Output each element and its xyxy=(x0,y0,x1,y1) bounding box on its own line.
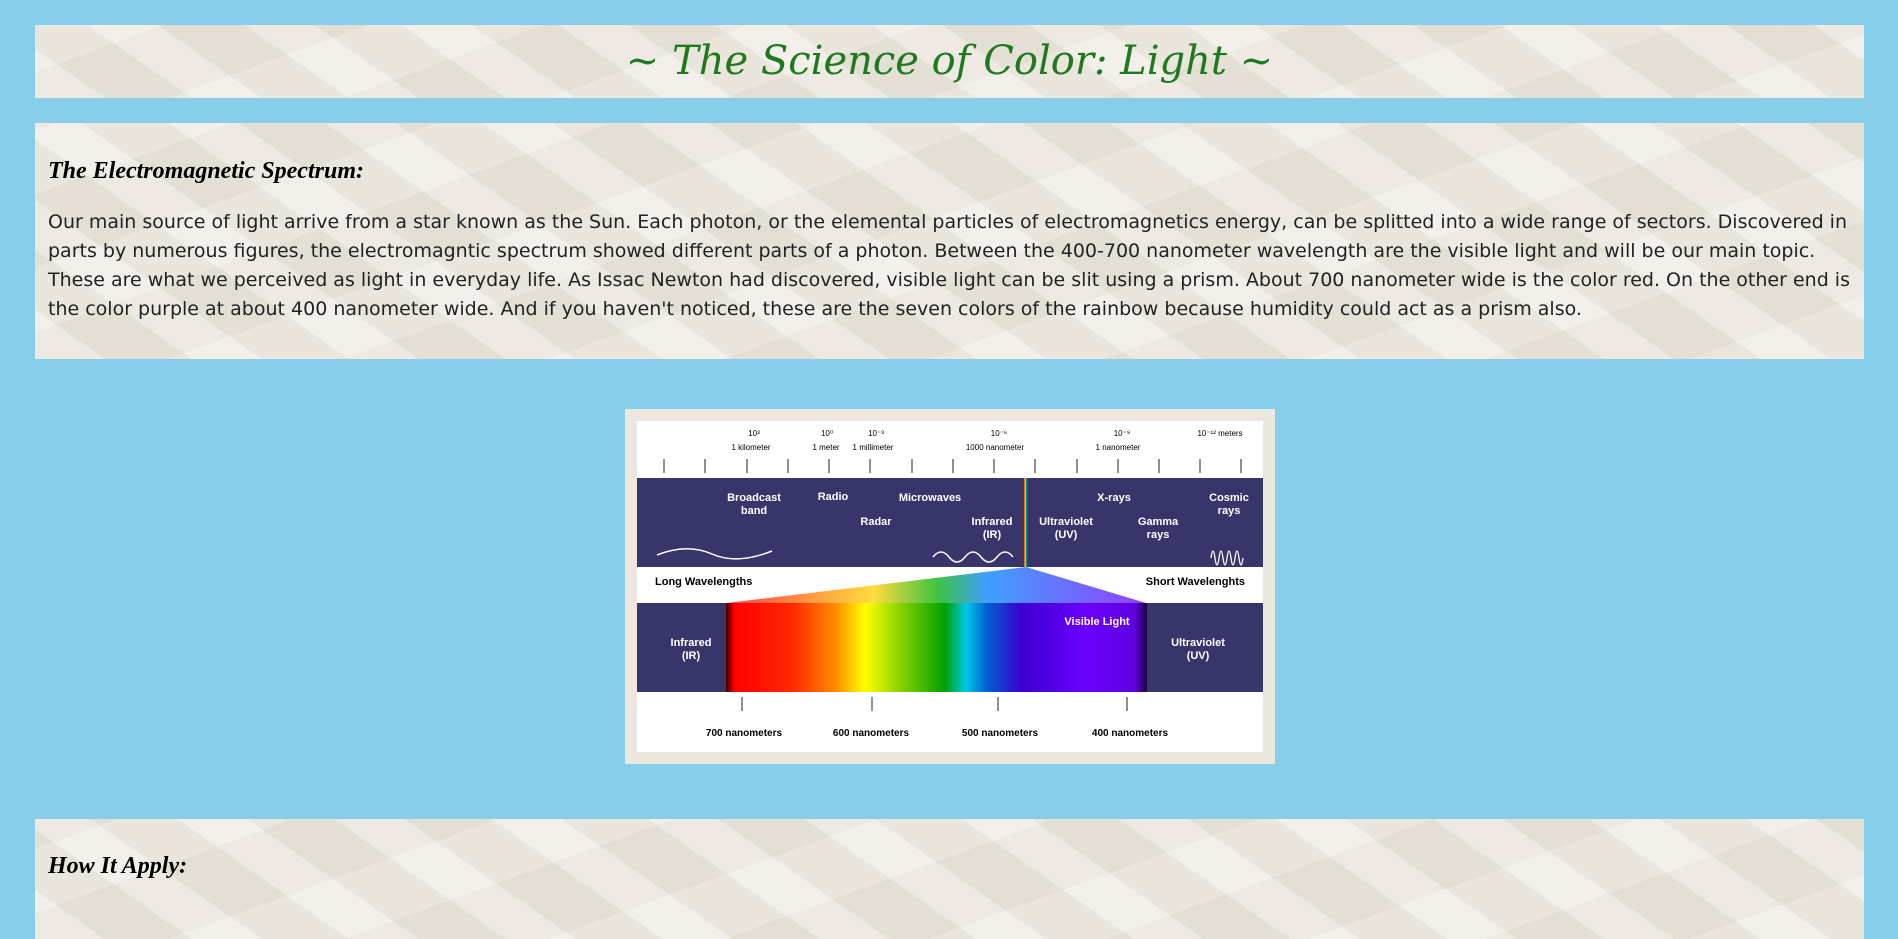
spectrum-figure: 10³ 1 kilometer 10⁰ 1 meter 10⁻³ 1 milli… xyxy=(625,409,1275,764)
visible-light-label: Visible Light xyxy=(1064,616,1130,628)
scale-name-1: 1 kilometer xyxy=(731,443,770,452)
band-broadcast-1: Broadcast xyxy=(727,492,781,504)
band-radio: Radio xyxy=(818,491,849,503)
ir-label-2: (IR) xyxy=(682,650,701,662)
spectrum-heading: The Electromagnetic Spectrum: xyxy=(48,158,364,184)
spectrum-diagram: 10³ 1 kilometer 10⁰ 1 meter 10⁻³ 1 milli… xyxy=(637,421,1263,752)
page-title: ~ The Science of Color: Light ~ xyxy=(625,38,1274,84)
band-cosmic-1: Cosmic xyxy=(1209,492,1249,504)
nm-label-400: 400 nanometers xyxy=(1092,728,1169,739)
scale-name-2: 1 meter xyxy=(812,443,839,452)
band-ultraviolet-1: Ultraviolet xyxy=(1039,516,1093,528)
short-wavelengths-label: Short Wavelenghts xyxy=(1146,576,1245,588)
uv-label-1: Ultraviolet xyxy=(1171,637,1225,649)
scale-name-3: 1 millimeter xyxy=(853,443,894,452)
long-wavelengths-label: Long Wavelengths xyxy=(655,576,752,588)
nm-label-500: 500 nanometers xyxy=(962,728,1039,739)
scale-name-5: 1 nanometer xyxy=(1096,443,1141,452)
scale-ticks xyxy=(663,459,1242,473)
scale-exp-4: 10⁻⁶ xyxy=(991,429,1007,438)
apply-heading: How It Apply: xyxy=(48,853,188,879)
nm-label-600: 600 nanometers xyxy=(833,728,910,739)
band-gamma-1: Gamma xyxy=(1138,516,1179,528)
band-xrays: X-rays xyxy=(1097,492,1131,504)
spectrum-section: The Electromagnetic Spectrum: Our main s… xyxy=(35,123,1864,359)
scale-exp-3: 10⁻³ xyxy=(868,429,884,438)
dispersion-beam xyxy=(727,567,1146,603)
visible-line xyxy=(1024,478,1028,567)
nm-label-700: 700 nanometers xyxy=(706,728,783,739)
scale-exp-5: 10⁻⁹ xyxy=(1114,429,1131,438)
apply-section: How It Apply: xyxy=(35,819,1864,939)
scale-exp-1: 10³ xyxy=(748,429,760,438)
ir-label-1: Infrared xyxy=(671,637,712,649)
band-gamma-2: rays xyxy=(1147,529,1170,541)
scale-exp-6: 10⁻¹² meters xyxy=(1197,429,1242,438)
band-broadcast-2: band xyxy=(741,505,767,517)
scale-name-4: 1000 nanometer xyxy=(966,443,1025,452)
band-cosmic-2: rays xyxy=(1218,505,1241,517)
title-banner: ~ The Science of Color: Light ~ xyxy=(35,25,1864,98)
band-infrared-2: (IR) xyxy=(983,529,1002,541)
band-radar: Radar xyxy=(860,516,892,528)
band-ultraviolet-2: (UV) xyxy=(1055,529,1078,541)
uv-label-2: (UV) xyxy=(1187,650,1210,662)
scale-exp-2: 10⁰ xyxy=(821,429,833,438)
nanometer-ticks xyxy=(741,697,1128,711)
band-infrared-1: Infrared xyxy=(972,516,1013,528)
spectrum-paragraph: Our main source of light arrive from a s… xyxy=(48,211,1850,320)
band-microwaves: Microwaves xyxy=(899,492,961,504)
